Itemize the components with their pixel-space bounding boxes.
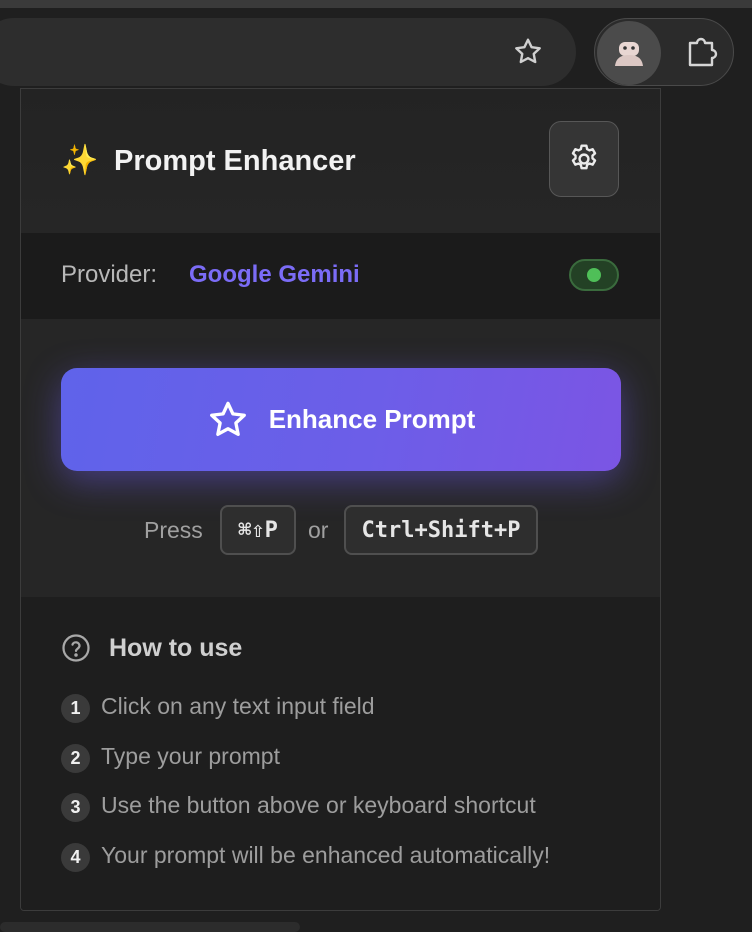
bookmark-star-button[interactable] [508, 32, 548, 72]
step-text: Your prompt will be enhanced automatical… [101, 841, 551, 868]
step-number-badge: 1 [61, 694, 90, 723]
enhance-section: Enhance Prompt Press ⌘⇧P or Ctrl+Shift+P [21, 319, 660, 597]
settings-button[interactable] [549, 121, 619, 197]
address-bar[interactable] [0, 18, 576, 86]
enhance-prompt-button[interactable]: Enhance Prompt [61, 368, 621, 471]
mac-shortcut-key: ⌘⇧P [220, 505, 296, 555]
star-outline-icon [515, 38, 541, 64]
step-number-badge: 3 [61, 793, 90, 822]
shortcut-hint: Press ⌘⇧P or Ctrl+Shift+P [21, 505, 660, 557]
help-circle-icon [62, 634, 90, 662]
or-label: or [308, 517, 329, 543]
toggle-knob [587, 268, 601, 282]
step-number-badge: 4 [61, 842, 90, 872]
provider-label: Provider: [61, 261, 158, 288]
gear-icon [571, 144, 597, 170]
provider-enabled-toggle[interactable] [569, 259, 619, 291]
extension-avatar-button[interactable] [597, 21, 661, 85]
popup-title: Prompt Enhancer [114, 145, 356, 177]
prompt-enhancer-popup: ✨ Prompt Enhancer Provider: Google Gemin… [20, 88, 661, 911]
step-text: Type your prompt [101, 742, 280, 769]
popup-header: ✨ Prompt Enhancer [21, 89, 660, 234]
browser-top-edge [0, 0, 752, 8]
robot-avatar-icon [615, 42, 643, 66]
extensions-puzzle-button[interactable] [680, 32, 724, 72]
sparkles-icon: ✨ [61, 144, 99, 177]
step-number-badge: 2 [61, 743, 90, 773]
how-to-use-section: How to use 1 Click on any text input fie… [21, 597, 660, 910]
puzzle-piece-icon [688, 37, 718, 67]
enhance-button-label: Enhance Prompt [268, 404, 476, 434]
provider-name: Google Gemini [189, 261, 360, 288]
press-label: Press [144, 517, 203, 543]
star-outline-icon [209, 401, 246, 436]
background-strip [0, 922, 300, 932]
windows-shortcut-key: Ctrl+Shift+P [344, 505, 538, 555]
provider-bar: Provider: Google Gemini [21, 233, 660, 320]
how-to-use-title: How to use [109, 634, 243, 662]
step-text: Click on any text input field [101, 693, 375, 719]
step-text: Use the button above or keyboard shortcu… [101, 792, 536, 818]
